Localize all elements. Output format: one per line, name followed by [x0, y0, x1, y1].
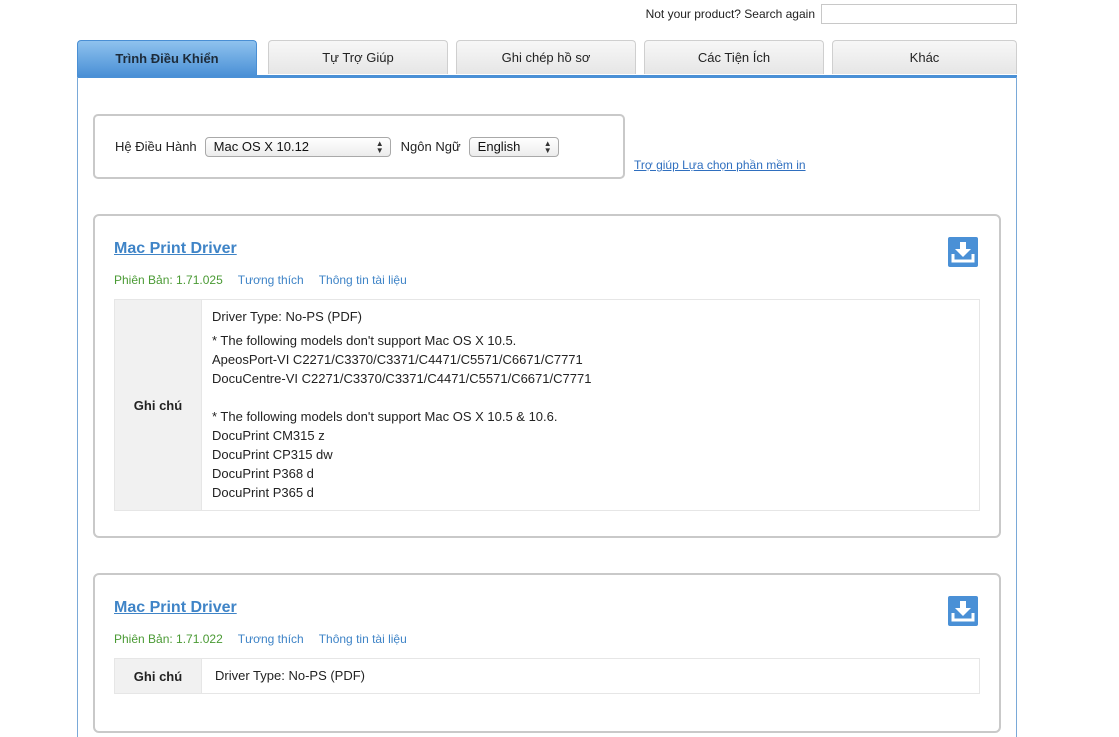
note-line: DocuCentre-VI C2271/C3370/C3371/C4471/C5…: [212, 371, 592, 386]
driver-version: Phiên Bản: 1.71.025: [114, 273, 223, 287]
notes-table: Ghi chú Driver Type: No-PS (PDF): [114, 658, 980, 694]
note-line: ApeosPort-VI C2271/C3370/C3371/C4471/C55…: [212, 352, 583, 367]
product-search: Not your product? Search again: [646, 4, 1017, 24]
tab-other[interactable]: Khác: [832, 40, 1017, 74]
filter-panel: Hệ Điều Hành Mac OS X 10.12 ▲ ▼ Ngôn Ngữ …: [93, 114, 625, 179]
os-select[interactable]: Mac OS X 10.12 ▲ ▼: [204, 136, 391, 157]
download-icon[interactable]: [948, 596, 978, 626]
driver-type: Driver Type: No-PS (PDF): [215, 668, 366, 683]
driver-title-link[interactable]: Mac Print Driver: [114, 599, 237, 617]
documentation-link[interactable]: Thông tin tài liệu: [319, 273, 407, 287]
notes-label: Ghi chú: [115, 300, 202, 510]
notes-content: Driver Type: No-PS (PDF): [202, 659, 378, 693]
tab-drivers[interactable]: Trình Điều Khiển: [77, 40, 257, 76]
search-input[interactable]: [821, 4, 1017, 24]
updown-arrows-icon: ▲ ▼: [543, 138, 552, 155]
os-select-value: Mac OS X 10.12: [213, 139, 310, 154]
tab-bar: Trình Điều Khiển Tự Trợ Giúp Ghi chép hồ…: [77, 40, 1017, 76]
documentation-link[interactable]: Thông tin tài liệu: [319, 632, 407, 646]
driver-title-link[interactable]: Mac Print Driver: [114, 240, 237, 258]
os-label: Hệ Điều Hành: [115, 139, 197, 154]
language-select[interactable]: English ▲ ▼: [468, 136, 559, 157]
note-line: * The following models don't support Mac…: [212, 333, 517, 348]
note-line: DocuPrint CP315 dw: [212, 447, 333, 462]
driver-card: Mac Print Driver Phiên Bản: 1.71.022 Tươ…: [93, 573, 1001, 733]
driver-meta: Phiên Bản: 1.71.025 Tương thích Thông ti…: [114, 273, 422, 287]
note-line: * The following models don't support Mac…: [212, 409, 558, 424]
updown-arrows-icon: ▲ ▼: [375, 138, 384, 155]
driver-meta: Phiên Bản: 1.71.022 Tương thích Thông ti…: [114, 632, 422, 646]
driver-card: Mac Print Driver Phiên Bản: 1.71.025 Tươ…: [93, 214, 1001, 538]
compatibility-link[interactable]: Tương thích: [238, 632, 304, 646]
download-icon[interactable]: [948, 237, 978, 267]
tab-utilities[interactable]: Các Tiện Ích: [644, 40, 824, 74]
note-line: DocuPrint P368 d: [212, 466, 314, 481]
search-label: Not your product? Search again: [645, 7, 815, 21]
driver-version: Phiên Bản: 1.71.022: [114, 632, 223, 646]
software-help-link[interactable]: Trợ giúp Lựa chọn phần mềm in: [634, 158, 806, 172]
compatibility-link[interactable]: Tương thích: [238, 273, 304, 287]
tab-documents[interactable]: Ghi chép hồ sơ: [456, 40, 636, 74]
notes-table: Ghi chú Driver Type: No-PS (PDF) * The f…: [114, 299, 980, 511]
language-label: Ngôn Ngữ: [400, 139, 461, 154]
notes-content: Driver Type: No-PS (PDF) * The following…: [202, 300, 601, 510]
notes-label: Ghi chú: [115, 659, 202, 693]
note-line: DocuPrint CM315 z: [212, 428, 325, 443]
language-select-value: English: [477, 139, 521, 154]
note-line: DocuPrint P365 d: [212, 485, 314, 500]
tab-self-help[interactable]: Tự Trợ Giúp: [268, 40, 448, 74]
driver-type: Driver Type: No-PS (PDF): [212, 309, 363, 324]
